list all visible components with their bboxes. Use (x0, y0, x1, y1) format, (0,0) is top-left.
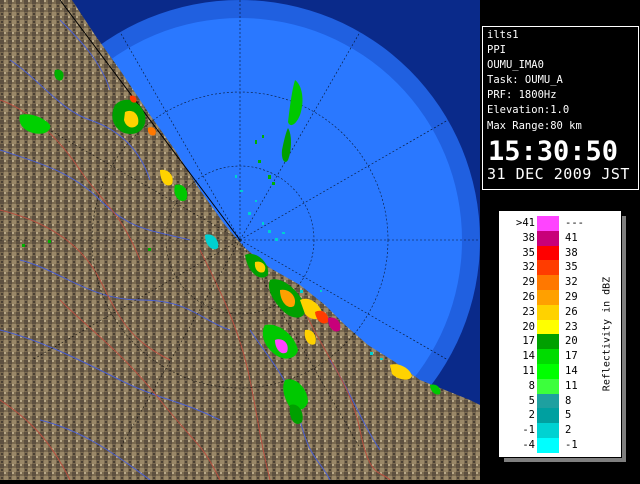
legend-lower-bound: 26 (522, 291, 535, 303)
legend-upper-bound: 29 (565, 291, 578, 303)
legend-row: 58 (499, 393, 621, 410)
legend-row: -4 -1 (499, 438, 621, 454)
legend-color-swatch (537, 245, 559, 261)
legend-lower-bound: 38 (522, 231, 535, 244)
legend-color-swatch (537, 334, 559, 350)
legend-upper-bound: 41 (565, 231, 578, 244)
legend-lower-bound: 8 (528, 379, 535, 392)
legend-color-swatch (537, 290, 559, 305)
legend-row: 32 35 (499, 260, 621, 276)
legend-upper-bound: 11 (565, 379, 578, 392)
legend-color-swatch (537, 438, 559, 453)
legend-lower-bound: 35 (522, 246, 535, 259)
legend-upper-bound: 20 (565, 335, 578, 348)
radar-ppi-map[interactable] (0, 0, 480, 480)
reflectivity-legend: >41 --- 38 41 35 38 32 35 29 32 26 29 23 26 20 23 17 20 14… (498, 210, 622, 458)
legend-color-swatch (537, 364, 559, 379)
legend-color-swatch (537, 216, 559, 231)
legend-color-swatch (537, 423, 559, 438)
legend-color-swatch (537, 260, 559, 276)
legend-upper-bound: 26 (565, 305, 578, 318)
legend-lower-bound: 11 (522, 365, 535, 377)
legend-upper-bound: 17 (565, 350, 578, 363)
legend-upper-bound: 8 (565, 394, 572, 407)
legend-lower-bound: 23 (522, 305, 535, 318)
legend-upper-bound: 2 (565, 424, 572, 437)
legend-lower-bound: -4 (522, 439, 535, 451)
legend-upper-bound: --- (565, 217, 584, 229)
legend-upper-bound: 23 (565, 320, 578, 333)
legend-color-swatch (537, 378, 559, 394)
prf-value: PRF: 1800Hz (487, 89, 557, 101)
legend-lower-bound: -1 (522, 424, 535, 437)
legend-color-swatch (537, 349, 559, 364)
legend-upper-bound: 35 (565, 261, 578, 274)
legend-row: -1 2 (499, 423, 621, 439)
legend-color-swatch (537, 304, 559, 320)
side-panel: ilts1 PPI OUMU_IMA0 Task: OUMU_A PRF: 18… (480, 0, 640, 480)
legend-lower-bound: 20 (522, 320, 535, 333)
legend-lower-bound: 29 (522, 276, 535, 289)
max-range-value: Max Range:80 km (487, 120, 582, 132)
legend-row: >41 --- (499, 216, 621, 232)
legend-row: 25 (499, 408, 621, 424)
legend-lower-bound: 5 (528, 394, 535, 407)
legend-lower-bound: 32 (522, 261, 535, 274)
legend-color-swatch (537, 230, 559, 246)
scan-date: 31 DEC 2009 JST (487, 165, 630, 183)
radar-site-name: ilts1 (487, 29, 519, 41)
legend-lower-bound: 17 (522, 335, 535, 348)
legend-title: Reflectivity in dBZ (601, 276, 613, 392)
legend-lower-bound: >41 (516, 217, 535, 229)
legend-color-swatch (537, 408, 559, 424)
radar-info-box: ilts1 PPI OUMU_IMA0 Task: OUMU_A PRF: 18… (482, 26, 639, 190)
legend-row: 35 38 (499, 245, 621, 262)
legend-upper-bound: 14 (565, 365, 578, 377)
legend-color-swatch (537, 393, 559, 409)
legend-row: 38 41 (499, 230, 621, 247)
legend-upper-bound: 5 (565, 409, 572, 422)
legend-lower-bound: 14 (522, 350, 535, 363)
elevation-value: Elevation:1.0 (487, 104, 570, 116)
legend-color-swatch (537, 319, 559, 335)
legend-upper-bound: 32 (565, 276, 578, 289)
legend-upper-bound: 38 (565, 246, 578, 259)
scan-time: 15:30:50 (488, 136, 619, 167)
legend-upper-bound: -1 (565, 439, 578, 451)
scan-type: PPI (487, 44, 506, 56)
legend-color-swatch (537, 275, 559, 290)
product-name: OUMU_IMA0 (487, 59, 544, 71)
legend-lower-bound: 2 (528, 409, 535, 422)
task-name: Task: OUMU_A (487, 74, 563, 86)
